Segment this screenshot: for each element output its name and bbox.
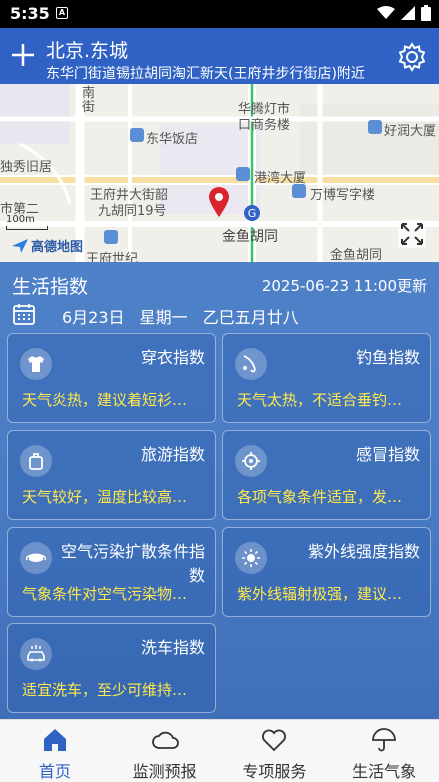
car-wash-icon xyxy=(20,638,52,670)
card-title: 洗车指数 xyxy=(140,638,205,657)
shirt-icon xyxy=(20,348,52,380)
map-label: 口商务楼 xyxy=(238,118,291,133)
nav-item-forecast[interactable]: 监测预报 xyxy=(110,720,220,782)
signal-icon xyxy=(401,6,415,20)
home-icon xyxy=(43,729,66,751)
index-card-fishing[interactable]: 钓鱼指数 天气太热，不适合垂钓… xyxy=(222,333,431,423)
index-card-cold[interactable]: 感冒指数 各项气象条件适宜，发… xyxy=(222,430,431,520)
fullscreen-icon[interactable] xyxy=(398,220,426,248)
lunar-date-text: 乙巳五月廿八 xyxy=(202,308,299,327)
weekday-text: 星期一 xyxy=(139,308,188,327)
settings-gear-icon[interactable] xyxy=(397,42,427,72)
map-scale: 100m xyxy=(6,214,48,230)
add-city-icon[interactable] xyxy=(10,42,36,68)
index-card-clothing[interactable]: 穿衣指数 天气炎热，建议着短衫… xyxy=(7,333,216,423)
city-name[interactable]: 北京.东城 xyxy=(46,36,128,63)
map-label: 独秀旧居 xyxy=(0,160,53,175)
card-title: 旅游指数 xyxy=(140,445,205,464)
metro-station-icon: G xyxy=(244,205,260,221)
bottom-nav: 首页 监测预报 专项服务 生活气象 xyxy=(0,719,439,782)
notification-app-icon: A xyxy=(56,7,68,19)
heart-icon xyxy=(262,729,287,752)
mask-icon xyxy=(20,542,52,574)
poi-marker xyxy=(368,120,382,134)
poi-marker xyxy=(292,184,306,198)
life-index-panel: 生活指数 2025-06-23 11:00更新 6月23日 星期一 乙巳五月廿八… xyxy=(0,262,439,719)
date-line: 6月23日 星期一 乙巳五月廿八 xyxy=(62,304,309,328)
address-text: 东华门街道锡拉胡同淘汇新天(王府井步行街店)附近 xyxy=(46,66,365,82)
cloud-icon xyxy=(151,731,179,749)
card-desc: 紫外线辐射极强，建议… xyxy=(237,585,403,603)
sun-icon xyxy=(235,542,267,574)
card-title: 穿衣指数 xyxy=(140,348,205,367)
index-card-uv[interactable]: 紫外线强度指数 紫外线辐射极强，建议… xyxy=(222,527,431,617)
map-label: 万博写字楼 xyxy=(310,188,376,203)
nav-label: 专项服务 xyxy=(242,762,307,781)
map-label: 好润大厦 xyxy=(384,124,437,139)
wifi-icon xyxy=(377,6,395,19)
date-text: 6月23日 xyxy=(62,308,125,327)
map-label: 王府世纪 xyxy=(86,252,139,262)
travel-icon xyxy=(20,445,52,477)
map-label: 东华饭店 xyxy=(146,132,199,147)
umbrella-icon xyxy=(372,728,397,752)
location-pin-icon xyxy=(209,187,229,217)
update-time: 2025-06-23 11:00更新 xyxy=(261,277,427,295)
card-title: 钓鱼指数 xyxy=(355,348,420,367)
index-card-car-wash[interactable]: 洗车指数 适宜洗车，至少可维持… xyxy=(7,623,216,713)
card-title: 空气污染扩散条件指数 xyxy=(60,542,205,585)
card-desc: 天气较好，温度比较高… xyxy=(22,488,188,506)
status-bar: 5:35 A xyxy=(0,0,439,28)
status-time: 5:35 xyxy=(10,4,50,23)
poi-marker xyxy=(104,230,118,244)
nav-item-home[interactable]: 首页 xyxy=(0,720,110,782)
calendar-icon xyxy=(13,304,35,325)
card-desc: 气象条件对空气污染物… xyxy=(22,585,188,603)
card-desc: 天气太热，不适合垂钓… xyxy=(237,391,403,409)
map-label: 金鱼胡同 xyxy=(330,248,383,262)
location-header: 北京.东城 东华门街道锡拉胡同淘汇新天(王府井步行街店)附近 xyxy=(0,28,439,84)
map-label: 九胡同19号 xyxy=(98,204,167,219)
index-card-air-pollution[interactable]: 空气污染扩散条件指数 气象条件对空气污染物… xyxy=(7,527,216,617)
map-scale-label: 100m xyxy=(6,214,35,225)
battery-icon xyxy=(421,5,431,21)
amap-logo-icon xyxy=(12,238,28,253)
panel-title: 生活指数 xyxy=(12,276,89,298)
nav-item-special-service[interactable]: 专项服务 xyxy=(220,720,330,782)
nav-label: 监测预报 xyxy=(132,762,197,781)
nav-label: 生活气象 xyxy=(352,762,417,781)
nav-item-life-weather[interactable]: 生活气象 xyxy=(329,720,439,782)
map-provider-label: 高德地图 xyxy=(31,240,84,255)
card-desc: 适宜洗车，至少可维持… xyxy=(22,681,188,699)
nav-label: 首页 xyxy=(38,762,71,781)
virus-icon xyxy=(235,445,267,477)
fishing-icon xyxy=(235,348,267,380)
map-provider-logo: 高德地图 xyxy=(12,236,83,255)
map-label: 金鱼胡同 xyxy=(222,229,278,245)
map-label: 街 xyxy=(82,100,96,115)
card-desc: 天气炎热，建议着短衫… xyxy=(22,391,188,409)
index-card-travel[interactable]: 旅游指数 天气较好，温度比较高… xyxy=(7,430,216,520)
map-view[interactable]: 南 街 华腾灯市 口商务楼 好润大厦 东华饭店 独秀旧居 港湾大厦 万博写字楼 … xyxy=(0,84,439,262)
poi-marker xyxy=(130,128,144,142)
system-icons xyxy=(377,5,431,21)
card-title: 感冒指数 xyxy=(355,445,420,464)
svg-text:G: G xyxy=(248,207,257,220)
card-title: 紫外线强度指数 xyxy=(307,542,420,561)
card-desc: 各项气象条件适宜，发… xyxy=(237,488,403,506)
poi-marker xyxy=(236,167,250,181)
